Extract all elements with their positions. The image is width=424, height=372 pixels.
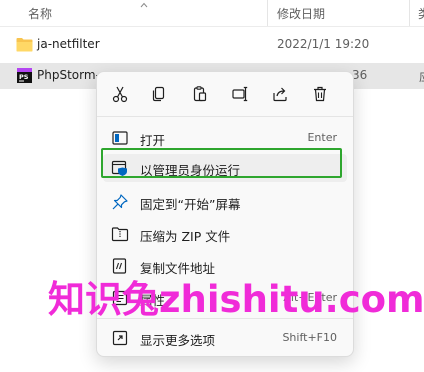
file-date: 2022/1/1 19:20 <box>277 37 370 51</box>
column-divider[interactable] <box>409 0 410 26</box>
share-button[interactable] <box>269 83 291 105</box>
paste-button[interactable] <box>189 83 211 105</box>
column-date-modified[interactable]: 修改日期 <box>277 5 325 22</box>
more-options-icon <box>112 330 128 346</box>
context-menu-action-bar <box>97 72 353 116</box>
paste-icon <box>193 86 207 102</box>
file-date: 36 <box>352 68 368 82</box>
file-type: 应 <box>419 68 424 85</box>
phpstorm-icon: PS <box>17 68 32 83</box>
rename-button[interactable] <box>229 83 251 105</box>
menu-item-pin-to-start[interactable]: 固定到“开始”屏幕 <box>103 188 347 216</box>
trash-icon <box>314 86 326 102</box>
menu-item-shortcut: Shift+F10 <box>282 331 337 344</box>
menu-separator <box>97 116 353 117</box>
cut-button[interactable] <box>109 83 131 105</box>
pin-icon <box>112 194 128 210</box>
file-row-ja-netfilter[interactable]: ja-netfilter 2022/1/1 19:20 <box>0 32 424 58</box>
copy-button[interactable] <box>148 83 170 105</box>
column-name[interactable]: 名称 <box>28 5 52 22</box>
rename-icon <box>232 86 248 102</box>
delete-button[interactable] <box>309 83 331 105</box>
zip-icon <box>111 227 129 242</box>
menu-item-show-more-options[interactable]: 显示更多选项 Shift+F10 <box>103 324 347 352</box>
open-icon <box>112 131 128 145</box>
folder-icon <box>16 38 33 52</box>
svg-text:PS: PS <box>19 73 29 81</box>
column-type[interactable]: 类 <box>418 5 424 22</box>
menu-item-shortcut: Enter <box>307 131 337 144</box>
watermark-text: 知识兔zhishitu.com <box>48 278 424 321</box>
menu-item-compress-zip[interactable]: 压缩为 ZIP 文件 <box>103 220 347 248</box>
file-name: PhpStorm- <box>37 68 100 82</box>
highlight-annotation-box <box>101 148 342 178</box>
sort-up-icon <box>140 2 148 8</box>
menu-item-label: 压缩为 ZIP 文件 <box>140 229 231 244</box>
menu-item-label: 打开 <box>140 133 166 148</box>
share-icon <box>273 87 287 102</box>
copy-icon <box>152 86 165 102</box>
menu-item-label: 固定到“开始”屏幕 <box>140 197 241 212</box>
column-header: 名称 修改日期 类 <box>0 0 424 27</box>
column-divider[interactable] <box>267 0 268 26</box>
scissors-icon <box>112 86 128 103</box>
menu-item-label: 显示更多选项 <box>140 333 216 348</box>
file-name: ja-netfilter <box>37 37 100 51</box>
